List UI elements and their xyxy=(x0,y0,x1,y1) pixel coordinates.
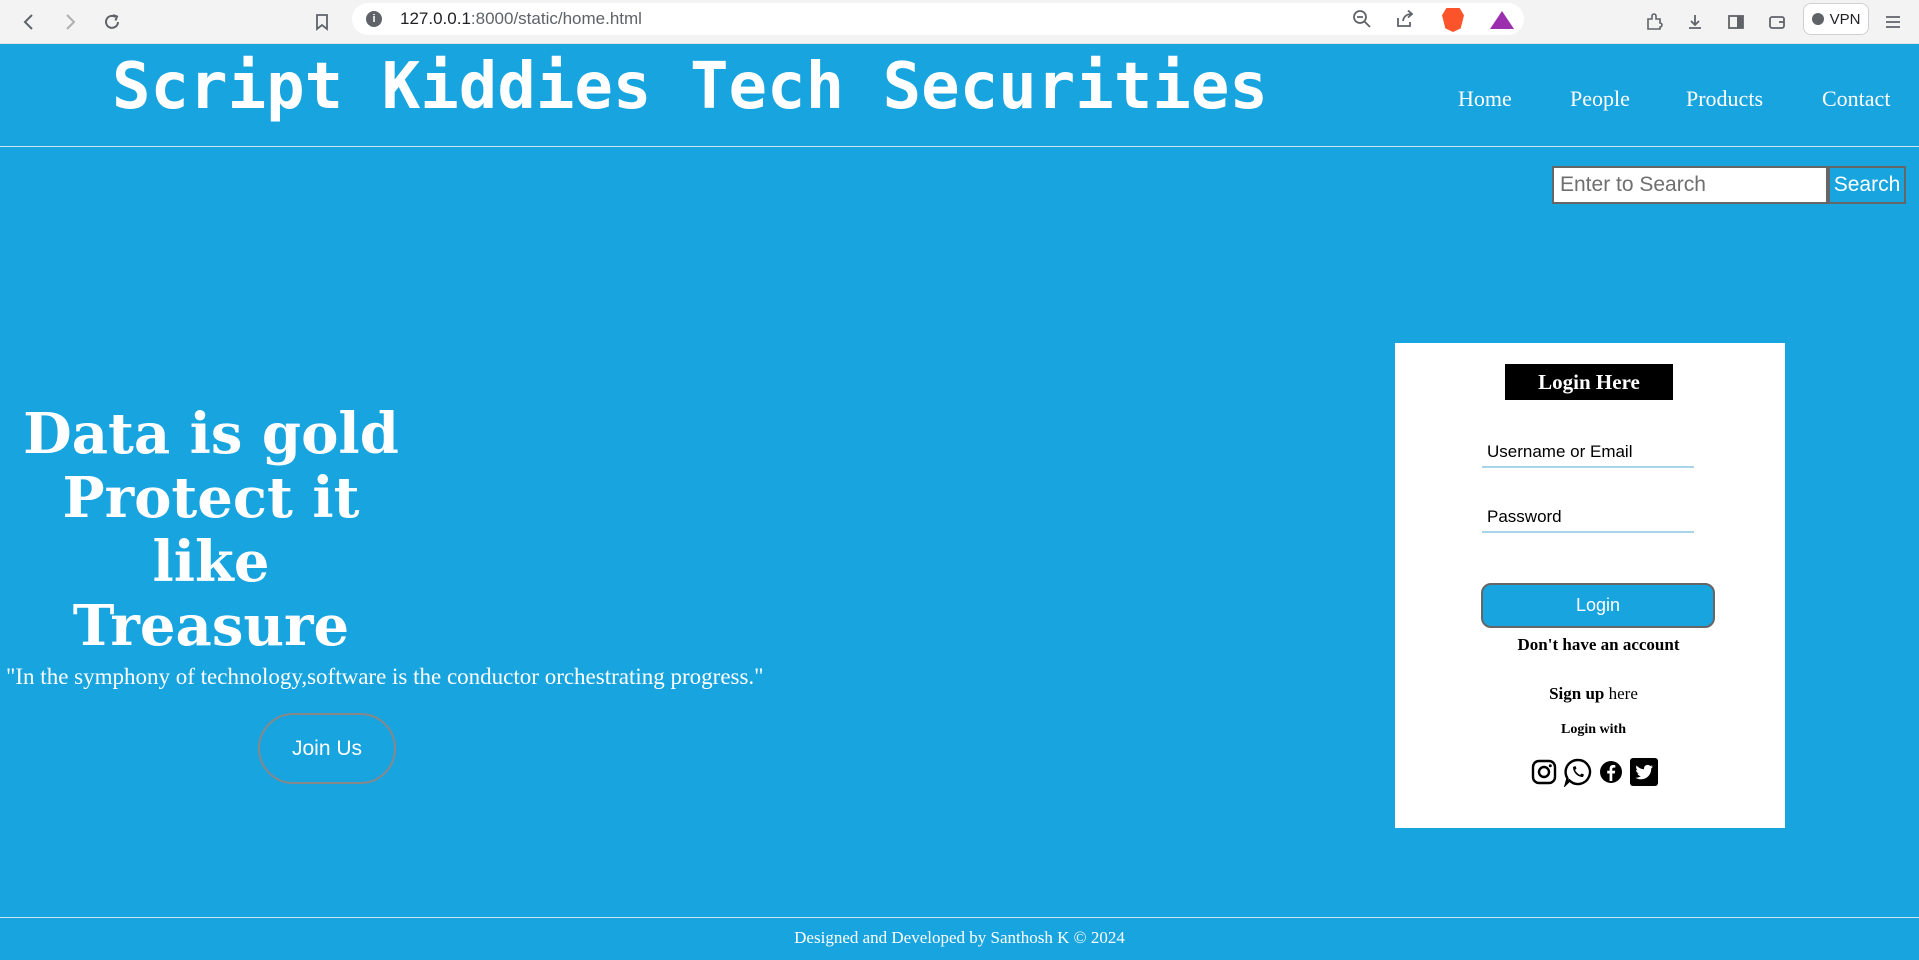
browser-toolbar: i 127.0.0.1:8000/static/home.html VPN xyxy=(0,0,1919,44)
extensions-icon[interactable] xyxy=(1640,8,1668,36)
instagram-icon[interactable] xyxy=(1531,759,1557,785)
sidebar-icon[interactable] xyxy=(1722,8,1750,36)
login-with-label: Login with xyxy=(1561,722,1626,737)
login-card: Login Here Login Don't have an account S… xyxy=(1395,343,1785,828)
hero-line-1: Data is gold xyxy=(23,401,399,467)
download-icon[interactable] xyxy=(1681,8,1709,36)
forward-icon[interactable] xyxy=(56,8,84,36)
signup-bold[interactable]: Sign up xyxy=(1549,684,1604,703)
search-input[interactable] xyxy=(1552,166,1828,204)
hero-line-3: Treasure xyxy=(72,593,350,659)
nav-products[interactable]: Products xyxy=(1686,86,1763,112)
password-field[interactable] xyxy=(1482,503,1694,533)
brave-rewards-icon[interactable] xyxy=(1490,11,1514,29)
wallet-icon[interactable] xyxy=(1763,8,1791,36)
hero-heading: Data is gold Protect it like Treasure xyxy=(0,402,422,658)
username-field[interactable] xyxy=(1482,438,1694,468)
nav-home[interactable]: Home xyxy=(1458,86,1512,112)
nav-contact[interactable]: Contact xyxy=(1822,86,1890,112)
bookmark-icon[interactable] xyxy=(308,8,336,36)
twitter-icon[interactable] xyxy=(1629,757,1659,787)
signup-here[interactable]: here xyxy=(1604,684,1638,703)
whatsapp-icon[interactable] xyxy=(1563,757,1593,787)
join-us-button[interactable]: Join Us xyxy=(258,713,396,784)
vpn-button[interactable]: VPN xyxy=(1803,3,1869,35)
login-button[interactable]: Login xyxy=(1481,583,1715,628)
menu-icon[interactable] xyxy=(1879,8,1907,36)
nav-people[interactable]: People xyxy=(1570,86,1630,112)
vpn-label: VPN xyxy=(1829,10,1861,28)
footer-text: Designed and Developed by Santhosh K © 2… xyxy=(794,928,1125,947)
login-title: Login Here xyxy=(1505,364,1673,400)
search-button[interactable]: Search xyxy=(1828,166,1906,204)
brave-shields-icon[interactable] xyxy=(1442,8,1464,32)
share-icon[interactable] xyxy=(1395,9,1415,34)
signup-link[interactable]: Sign up here xyxy=(1395,684,1792,704)
address-bar[interactable]: i 127.0.0.1:8000/static/home.html xyxy=(352,3,1524,35)
header-divider xyxy=(0,146,1919,147)
reload-icon[interactable] xyxy=(98,8,126,36)
facebook-icon[interactable] xyxy=(1599,760,1623,784)
url-text[interactable]: 127.0.0.1:8000/static/home.html xyxy=(400,9,642,29)
hero-line-2: Protect it like xyxy=(62,465,360,595)
site-info-icon[interactable]: i xyxy=(366,11,382,27)
zoom-icon[interactable] xyxy=(1352,9,1372,34)
vpn-status-icon xyxy=(1811,13,1824,25)
site-title: Script Kiddies Tech Securities xyxy=(112,50,1268,124)
back-icon[interactable] xyxy=(15,8,43,36)
footer-divider xyxy=(0,917,1919,918)
no-account-text: Don't have an account xyxy=(1517,635,1680,654)
social-login-icons xyxy=(1531,757,1659,787)
hero-quote: "In the symphony of technology,software … xyxy=(6,664,764,689)
